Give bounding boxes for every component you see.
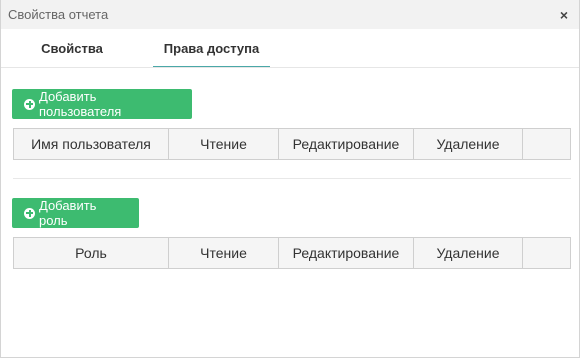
column-header-delete[interactable]: Удаление: [414, 129, 523, 159]
dialog-title: Свойства отчета: [8, 7, 109, 22]
column-header-edit[interactable]: Редактирование: [279, 238, 414, 268]
add-user-button-label: Добавить пользователя: [39, 89, 122, 119]
close-icon[interactable]: ×: [557, 7, 571, 23]
column-header-read[interactable]: Чтение: [169, 238, 279, 268]
dialog-titlebar: Свойства отчета ×: [1, 0, 579, 29]
roles-permissions-table-header: Роль Чтение Редактирование Удаление: [13, 237, 571, 269]
tab-bar: Свойства Права доступа: [1, 29, 579, 68]
users-permissions-table-header: Имя пользователя Чтение Редактирование У…: [13, 128, 571, 160]
column-header-delete[interactable]: Удаление: [414, 238, 523, 268]
column-header-role[interactable]: Роль: [14, 238, 169, 268]
tab-access-rights[interactable]: Права доступа: [153, 29, 270, 67]
column-header-actions: [523, 129, 570, 159]
column-header-edit[interactable]: Редактирование: [279, 129, 414, 159]
column-header-username[interactable]: Имя пользователя: [14, 129, 169, 159]
add-role-button[interactable]: Добавить роль: [12, 198, 139, 228]
column-header-actions: [523, 238, 570, 268]
plus-circle-icon: [24, 207, 35, 219]
tab-properties[interactable]: Свойства: [14, 29, 130, 67]
add-user-button[interactable]: Добавить пользователя: [12, 89, 192, 119]
add-role-button-label: Добавить роль: [39, 198, 97, 228]
plus-circle-icon: [24, 98, 35, 110]
report-properties-dialog: Свойства отчета × Свойства Права доступа…: [0, 0, 580, 358]
column-header-read[interactable]: Чтение: [169, 129, 279, 159]
section-divider: [13, 178, 571, 179]
